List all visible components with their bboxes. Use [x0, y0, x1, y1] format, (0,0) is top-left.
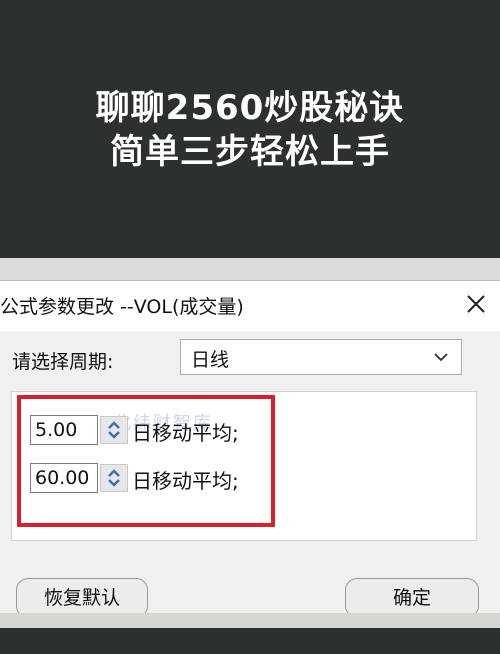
close-button[interactable]	[462, 290, 490, 318]
formula-parameter-dialog: 公式参数更改 --VOL(成交量) 请选择周期: 日线 北纬财智库 5.00 日…	[0, 280, 500, 628]
ok-button[interactable]: 确定	[345, 578, 479, 618]
dialog-screenshot: 公式参数更改 --VOL(成交量) 请选择周期: 日线 北纬财智库 5.00 日…	[0, 258, 500, 628]
bottom-banner	[0, 628, 500, 654]
dialog-title: 公式参数更改 --VOL(成交量)	[0, 296, 244, 318]
restore-default-button[interactable]: 恢复默认	[16, 578, 148, 618]
highlight-box	[17, 395, 275, 527]
hero-title-line-2: 简单三步轻松上手	[110, 132, 390, 172]
dialog-title-bar: 公式参数更改 --VOL(成交量)	[0, 281, 500, 331]
hero-banner: 聊聊2560炒股秘诀 简单三步轻松上手	[0, 0, 500, 258]
chevron-down-icon	[434, 353, 448, 362]
hero-title-line-1: 聊聊2560炒股秘诀	[95, 88, 405, 128]
period-select[interactable]: 日线	[180, 339, 462, 375]
period-select-value: 日线	[191, 349, 230, 371]
paper-edge	[0, 613, 500, 628]
period-label: 请选择周期:	[12, 351, 114, 373]
close-icon	[467, 295, 485, 313]
